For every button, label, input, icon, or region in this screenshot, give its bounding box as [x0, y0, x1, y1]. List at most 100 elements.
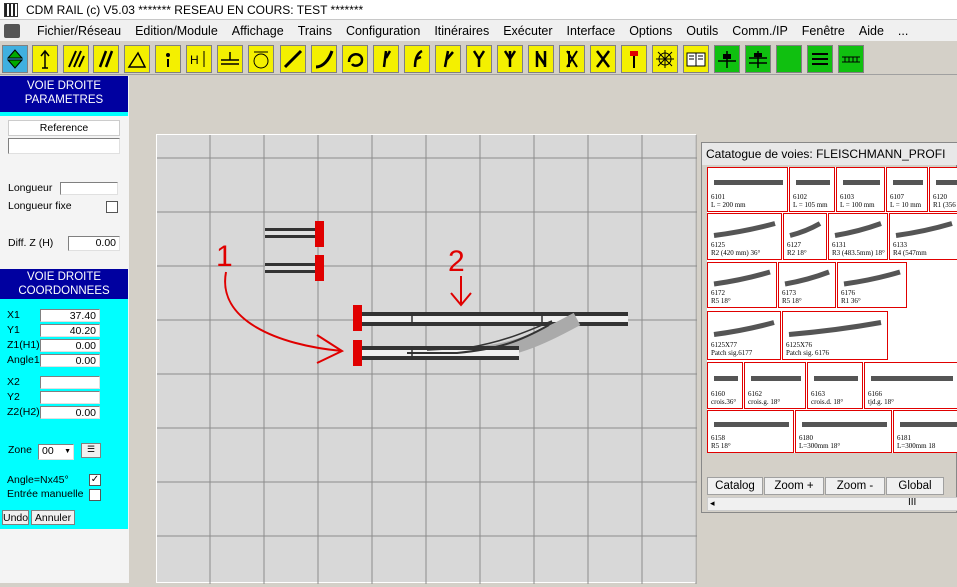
bridge-button[interactable] — [217, 45, 243, 73]
undo-button[interactable]: Undo — [2, 510, 29, 525]
scroll-thumb-grip[interactable]: III — [908, 497, 916, 508]
height-button[interactable]: H — [186, 45, 212, 73]
catalog-item[interactable]: 6163 crois.d. 18° — [807, 362, 863, 409]
layers-button[interactable] — [807, 45, 833, 73]
reference-field[interactable] — [8, 138, 120, 154]
menu-affichage[interactable]: Affichage — [225, 24, 291, 38]
y1-field[interactable]: 40.20 — [40, 324, 100, 337]
menu-options[interactable]: Options — [622, 24, 679, 38]
menu-comm-ip[interactable]: Comm./IP — [725, 24, 795, 38]
catalog-item[interactable]: 6166 tjd.g. 18° — [864, 362, 957, 409]
catalog-item-caption: 6103 L = 100 mm — [840, 193, 875, 209]
catalog-item[interactable]: 6125 R2 (420 mm) 36° — [707, 213, 782, 260]
angle1-field[interactable]: 0.00 — [40, 354, 100, 367]
diffz-field[interactable]: 0.00 — [68, 236, 120, 251]
catalog-item[interactable]: 6127 R2 18° — [783, 213, 827, 260]
track-pair-button[interactable] — [63, 45, 89, 73]
right-turnout-button[interactable] — [373, 45, 399, 73]
menu-edition[interactable]: Edition/Module — [128, 24, 225, 38]
short-track-upper[interactable] — [265, 221, 324, 247]
catalog-item[interactable]: 6173 R5 18° — [778, 262, 836, 308]
curved-turnout-button[interactable] — [435, 45, 461, 73]
y-turnout-button[interactable] — [466, 45, 492, 73]
catalog-item[interactable]: 6172 R5 18° — [707, 262, 777, 308]
global-button[interactable]: Global — [886, 477, 944, 495]
zoom-in-button[interactable]: Zoom + — [764, 477, 824, 495]
longueur-fixe-label: Longueur fixe — [8, 200, 72, 212]
angle-nx45-checkbox[interactable]: ✓ — [89, 474, 101, 486]
left-turnout-icon — [413, 49, 423, 68]
zone-list-button[interactable]: ☰ — [81, 443, 101, 458]
zone-select[interactable]: 00 ▼ — [38, 444, 74, 460]
short-track-lower[interactable] — [265, 255, 324, 281]
menu-interface[interactable]: Interface — [560, 24, 623, 38]
rail-gap — [265, 231, 317, 235]
x1-field[interactable]: 37.40 — [40, 309, 100, 322]
straight-track-selected[interactable] — [353, 305, 628, 331]
scroll-left-icon[interactable]: ◂ — [710, 498, 715, 509]
entree-manuelle-checkbox[interactable] — [89, 489, 101, 501]
catalog-item[interactable]: 6162 crois.g. 18° — [744, 362, 806, 409]
catalog-item[interactable]: 6101 L = 200 mm — [707, 167, 788, 212]
turnout-track[interactable] — [353, 312, 581, 366]
slip-button[interactable] — [559, 45, 585, 73]
menu-fenetre[interactable]: Fenêtre — [795, 24, 852, 38]
catalog-item[interactable]: 6120 R1 (356 — [929, 167, 957, 212]
menu-itineraires[interactable]: Itinéraires — [427, 24, 496, 38]
menu-outils[interactable]: Outils — [679, 24, 725, 38]
left-turnout-button[interactable] — [404, 45, 430, 73]
crossing-button[interactable] — [590, 45, 616, 73]
catalog-book-button[interactable] — [683, 45, 709, 73]
x2-field[interactable] — [40, 376, 100, 389]
pointer-button[interactable] — [32, 45, 58, 73]
menu-more[interactable]: ... — [891, 24, 915, 38]
menu-trains[interactable]: Trains — [291, 24, 339, 38]
menu-fichier[interactable]: Fichier/Réseau — [30, 24, 128, 38]
menu-executer[interactable]: Exécuter — [496, 24, 559, 38]
catalog-item[interactable]: 6125X77 Patch sig.6177 — [707, 311, 781, 360]
catalog-item[interactable]: 6103 L = 100 mm — [836, 167, 885, 212]
svg-text:H: H — [190, 53, 199, 67]
longueur-field[interactable] — [60, 182, 118, 195]
longueur-fixe-checkbox[interactable] — [106, 201, 118, 213]
catalog-button[interactable]: Catalog — [707, 477, 763, 495]
buffer-stop-button[interactable] — [621, 45, 647, 73]
up-down-arrows-icon — [6, 49, 24, 69]
turntable-yellow-button[interactable] — [652, 45, 678, 73]
catalog-item[interactable]: 6125X76 Patch sig. 6176 — [782, 311, 888, 360]
three-way-turnout-button[interactable] — [497, 45, 523, 73]
straight-track-button[interactable] — [280, 45, 306, 73]
green-square-button[interactable] — [776, 45, 802, 73]
document-icon[interactable] — [4, 23, 20, 38]
cancel-button[interactable]: Annuler — [31, 510, 75, 525]
curve-track-button[interactable] — [311, 45, 337, 73]
turntable-button[interactable] — [248, 45, 274, 73]
catalog-item[interactable]: 6181 L=300mm 18 — [893, 410, 957, 453]
loop-curve-button[interactable] — [342, 45, 368, 73]
zoom-out-button[interactable]: Zoom - — [825, 477, 885, 495]
menu-configuration[interactable]: Configuration — [339, 24, 427, 38]
catalog-item[interactable]: 6133 R4 (547mm — [889, 213, 957, 260]
catalog-item[interactable]: 6102 L = 105 mm — [789, 167, 835, 212]
ruler-button[interactable] — [838, 45, 864, 73]
catalog-item[interactable]: 6107 L = 10 mm — [886, 167, 928, 212]
catalog-item[interactable]: 6180 L=300mm 18° — [795, 410, 892, 453]
catalog-item[interactable]: 6131 R3 (483.5mm) 18° — [828, 213, 888, 260]
y2-field[interactable] — [40, 391, 100, 404]
catalog-scrollbar[interactable]: ◂ III — [707, 497, 957, 511]
catalog-item[interactable]: 6160 crois.36° — [707, 362, 743, 409]
menu-aide[interactable]: Aide — [852, 24, 891, 38]
double-slip-button[interactable] — [528, 45, 554, 73]
catalog-item[interactable]: 6158 R5 18° — [707, 410, 794, 453]
z2-field[interactable]: 0.00 — [40, 406, 100, 419]
double-slash-button[interactable] — [93, 45, 119, 73]
point-button[interactable] — [155, 45, 181, 73]
slope-button[interactable] — [124, 45, 150, 73]
catalog-item-ref: 6101 — [711, 193, 725, 201]
signal-green-2-button[interactable] — [745, 45, 771, 73]
signal-green-button[interactable] — [714, 45, 740, 73]
track-canvas[interactable]: 1 2 — [156, 134, 697, 584]
catalog-item[interactable]: 6176 R1 36° — [837, 262, 907, 308]
z1-field[interactable]: 0.00 — [40, 339, 100, 352]
up-down-arrows-button[interactable] — [2, 45, 28, 73]
